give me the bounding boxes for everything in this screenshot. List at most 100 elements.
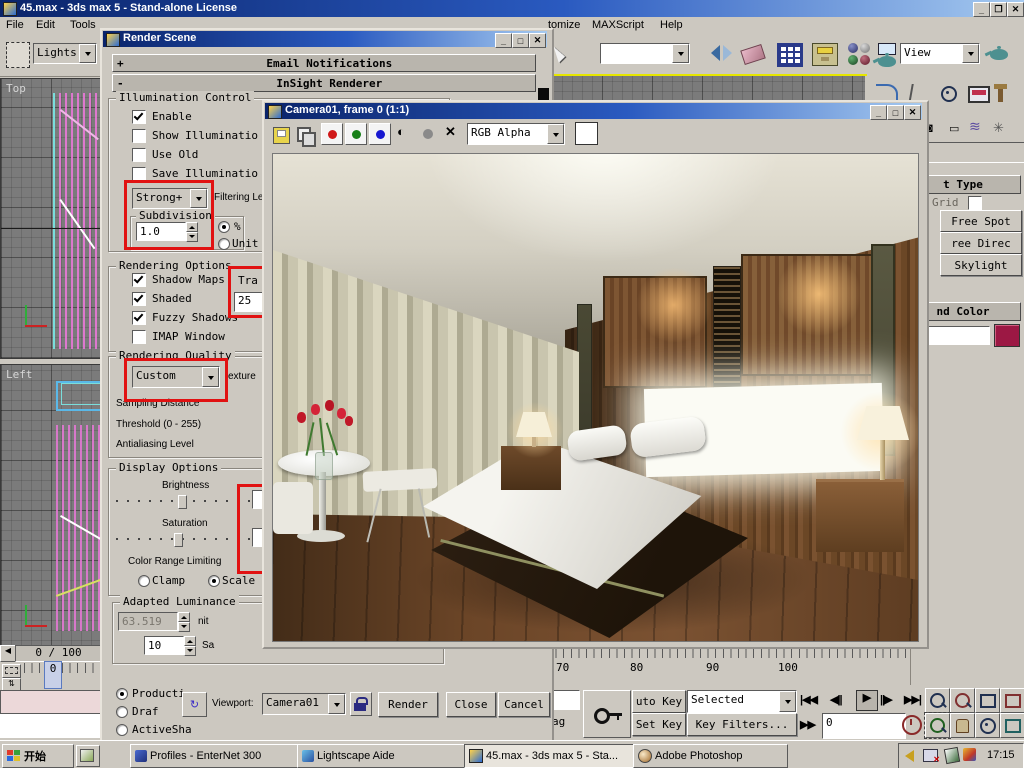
rollout-expand-icon[interactable]: +	[117, 57, 124, 70]
start-button[interactable]: 开始	[2, 744, 74, 768]
menu-tools[interactable]: Tools	[70, 19, 96, 31]
red-channel-icon[interactable]	[321, 123, 343, 145]
brightness-slider[interactable]	[116, 494, 256, 509]
close-button[interactable]: Close	[446, 692, 496, 717]
time-configuration-icon[interactable]	[902, 715, 922, 735]
email-notifications-rollout[interactable]: + Email Notifications	[112, 54, 536, 72]
viewport-dropdown[interactable]: Camera01	[262, 693, 346, 715]
enable-checkbox[interactable]	[132, 110, 146, 124]
network-status-icon[interactable]: ✕	[923, 749, 940, 764]
volume-icon[interactable]	[905, 750, 914, 762]
maximize-button[interactable]: □	[512, 33, 529, 48]
timeline-scroll-left-icon[interactable]: ◀	[0, 645, 16, 662]
monochrome-icon[interactable]: ◐	[397, 124, 405, 139]
activeshade-radio[interactable]	[116, 724, 128, 736]
viewport-lock-button[interactable]	[350, 692, 372, 716]
skylight-button[interactable]: Skylight	[940, 254, 1022, 276]
shaded-checkbox[interactable]	[132, 292, 146, 306]
menu-file[interactable]: File	[6, 19, 24, 31]
background-color-swatch[interactable]	[575, 122, 598, 145]
mirror-icon[interactable]	[703, 45, 740, 64]
min-max-toggle-icon[interactable]	[1000, 713, 1024, 738]
render-type-dropdown[interactable]: View	[900, 43, 980, 64]
category-helpers-icon[interactable]: ▭	[949, 122, 959, 135]
render-scene-icon[interactable]	[878, 43, 896, 67]
percent-radio[interactable]	[218, 221, 230, 233]
clear-icon[interactable]: ✕	[445, 124, 456, 140]
tab-motion-icon[interactable]	[941, 86, 957, 102]
go-to-end-icon[interactable]: ▶▶|	[904, 693, 922, 706]
current-frame-field[interactable]: 0	[822, 713, 906, 739]
maxscript-listener-pink[interactable]	[0, 690, 101, 713]
autogrid-checkbox[interactable]	[968, 196, 982, 210]
dropdown-arrow-icon[interactable]	[547, 124, 564, 144]
timeline-ruler[interactable]	[548, 648, 908, 658]
unit-radio[interactable]	[218, 238, 230, 250]
render-button[interactable]: Render	[378, 692, 438, 717]
dropdown-arrow-icon[interactable]	[328, 694, 345, 714]
channel-display-dropdown[interactable]: RGB Alpha	[467, 123, 565, 145]
menu-edit[interactable]: Edit	[36, 19, 55, 31]
select-arrow-icon[interactable]	[553, 44, 567, 63]
layer-manager-icon[interactable]	[777, 43, 803, 67]
next-frame-icon[interactable]: ||▶	[880, 693, 893, 706]
category-systems-icon[interactable]: ✳	[993, 120, 1004, 136]
light-type-dropdown[interactable]	[925, 142, 1024, 163]
production-radio[interactable]	[116, 688, 128, 700]
object-name-field[interactable]	[922, 326, 990, 345]
free-direct-button[interactable]: ree Direc	[940, 232, 1022, 254]
key-mode-toggle-icon[interactable]: ▶▶	[800, 718, 816, 731]
previous-frame-icon[interactable]: ◀||	[830, 693, 843, 706]
tab-utilities-icon[interactable]	[994, 84, 1007, 102]
arc-rotate-icon[interactable]	[975, 713, 1000, 738]
taskbar-item-enternet[interactable]: Profiles - EnterNet 300	[130, 744, 298, 768]
zoom-icon[interactable]	[925, 688, 950, 713]
go-to-start-icon[interactable]: |◀◀	[800, 693, 818, 706]
material-editor-icon[interactable]	[848, 43, 872, 65]
close-button[interactable]: ✕	[904, 105, 921, 120]
free-spot-button[interactable]: Free Spot	[940, 210, 1022, 232]
marquee-selection-icon[interactable]	[6, 42, 30, 68]
play-button[interactable]: ▶	[856, 690, 878, 711]
zoom-extents-all-icon[interactable]	[1000, 688, 1024, 713]
luminance-spinner[interactable]: 63.519	[118, 612, 190, 632]
dropdown-arrow-icon[interactable]	[779, 691, 796, 712]
green-channel-icon[interactable]	[345, 123, 367, 145]
taskbar-item-3dsmax-active[interactable]: 45.max - 3ds max 5 - Sta...	[464, 744, 634, 768]
draft-radio[interactable]	[116, 706, 128, 718]
zoom-all-icon[interactable]	[950, 688, 975, 713]
rollout-collapse-icon[interactable]: -	[117, 77, 124, 90]
dropdown-arrow-icon[interactable]	[79, 44, 96, 63]
restore-button[interactable]: ❐	[990, 2, 1007, 17]
refresh-icon[interactable]: ↻	[182, 692, 207, 717]
key-filters-button[interactable]: Key Filters...	[687, 713, 797, 736]
pan-hand-icon[interactable]	[950, 713, 975, 738]
taskbar-item-photoshop[interactable]: Adobe Photoshop	[633, 744, 788, 768]
trackbar-ruler[interactable]	[24, 663, 100, 673]
auto-key-button[interactable]: uto Key	[632, 690, 686, 713]
clone-window-icon[interactable]	[297, 127, 316, 147]
set-key-button[interactable]: Set Key	[632, 713, 686, 736]
close-button[interactable]: ✕	[1007, 2, 1024, 17]
tab-display-icon[interactable]	[968, 86, 990, 103]
spinner-arrows-icon[interactable]	[184, 636, 196, 656]
show-illumination-checkbox[interactable]	[132, 129, 146, 143]
lights-dropdown[interactable]: Lights	[33, 43, 97, 64]
tablet-pen-icon[interactable]	[943, 746, 961, 765]
save-bitmap-icon[interactable]	[273, 127, 290, 144]
zoom-extents-icon[interactable]	[975, 688, 1000, 713]
tray-app-icon[interactable]	[963, 748, 976, 761]
align-icon[interactable]	[740, 43, 766, 66]
minimize-button[interactable]: _	[973, 2, 990, 17]
save-illumination-checkbox[interactable]	[132, 167, 146, 181]
shadow-maps-checkbox[interactable]	[132, 273, 146, 287]
scale-radio[interactable]	[208, 575, 220, 587]
close-button[interactable]: ✕	[529, 33, 546, 48]
curve-editor-icon[interactable]	[812, 43, 838, 66]
region-zoom-icon[interactable]	[924, 712, 951, 739]
dropdown-arrow-icon[interactable]	[672, 44, 689, 63]
saturation-slider[interactable]	[116, 532, 256, 547]
use-old-checkbox[interactable]	[132, 148, 146, 162]
spinner-arrows-icon[interactable]	[178, 612, 190, 632]
minimize-button[interactable]: _	[870, 105, 887, 120]
